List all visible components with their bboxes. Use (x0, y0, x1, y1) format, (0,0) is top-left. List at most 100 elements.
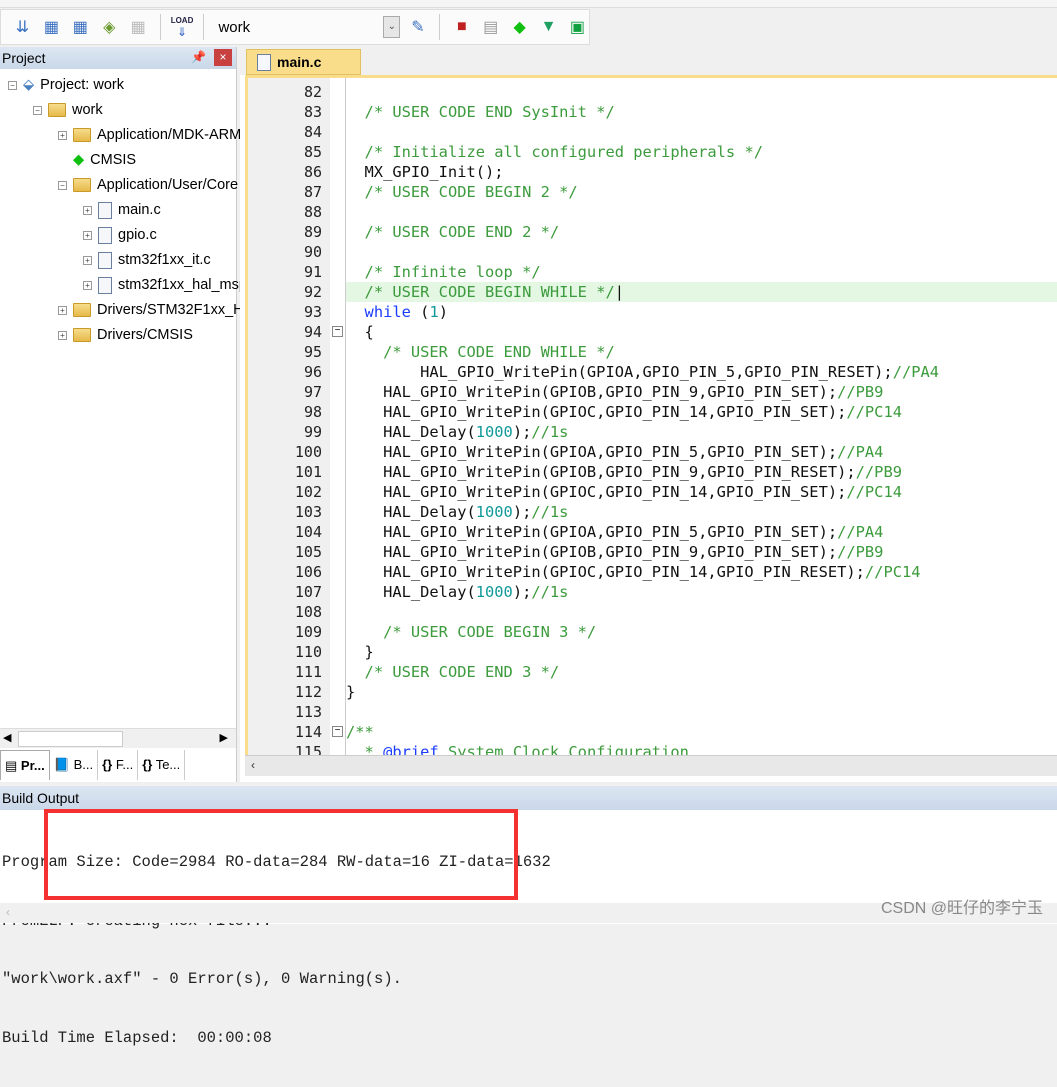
code-token: //PC14 (864, 563, 921, 581)
code-line[interactable]: /* USER CODE BEGIN WHILE */| (346, 282, 1057, 302)
code-line[interactable]: /* USER CODE BEGIN 3 */ (346, 622, 1057, 642)
expand-icon[interactable]: + (83, 230, 92, 240)
code-line[interactable]: /* USER CODE END 2 */ (346, 222, 1057, 242)
editor-hscrollbar[interactable]: ‹ (245, 755, 1057, 776)
code-line[interactable]: HAL_GPIO_WritePin(GPIOA,GPIO_PIN_5,GPIO_… (346, 522, 1057, 542)
line-number: 97 (303, 383, 322, 401)
expand-icon[interactable]: + (83, 255, 92, 265)
code-line[interactable]: /* USER CODE END SysInit */ (346, 102, 1057, 122)
code-line[interactable] (346, 82, 1057, 102)
code-token: HAL_GPIO_WritePin(GPIOA,GPIO_PIN_5,GPIO_… (346, 443, 838, 461)
code-line[interactable]: } (346, 642, 1057, 662)
code-line[interactable]: HAL_GPIO_WritePin(GPIOA,GPIO_PIN_5,GPIO_… (346, 362, 1057, 382)
code-editor[interactable]: 82 83 84 85 86 87 88 89 90 91 92 93 94 95 96 97 98 99 100 1… (245, 75, 1057, 776)
code-line[interactable]: /* USER CODE END 3 */ (346, 662, 1057, 682)
code-line[interactable] (346, 202, 1057, 222)
project-panel-header: Project 📌 × (0, 47, 236, 69)
code-token: HAL_GPIO_WritePin(GPIOC,GPIO_PIN_14,GPIO… (346, 563, 865, 581)
code-token: /* USER CODE END 3 */ (364, 663, 560, 681)
tree-item[interactable]: − work (33, 99, 103, 121)
expand-icon[interactable]: + (83, 280, 92, 290)
code-line[interactable] (346, 702, 1057, 722)
run-time-env-icon[interactable]: ▼ (537, 15, 560, 39)
pin-icon[interactable]: 📌 (191, 50, 206, 64)
collapse-icon[interactable]: − (33, 105, 42, 115)
code-line[interactable] (346, 122, 1057, 142)
code-line[interactable]: /* Initialize all configured peripherals… (346, 142, 1057, 162)
pack-installer-icon[interactable]: ▤ (479, 15, 502, 39)
load-icon[interactable]: LOAD ⇓ (171, 15, 194, 39)
code-token: /* USER CODE END 2 */ (364, 223, 560, 241)
code-line[interactable]: HAL_Delay(1000);//1s (346, 582, 1057, 602)
expand-icon[interactable]: + (58, 330, 67, 340)
code-line[interactable]: { (346, 322, 1057, 342)
code-token: //PC14 (846, 403, 902, 421)
target-options-icon[interactable]: ✎ (406, 15, 429, 39)
code-token: HAL_GPIO_WritePin(GPIOB,GPIO_PIN_9,GPIO_… (346, 383, 838, 401)
select-packs-icon[interactable]: ◆ (508, 15, 531, 39)
tree-item[interactable]: + main.c (83, 199, 161, 221)
code-line[interactable]: HAL_Delay(1000);//1s (346, 422, 1057, 442)
line-number: 87 (303, 183, 322, 201)
manage-components-icon[interactable]: ■ (450, 15, 473, 39)
code-line[interactable]: MX_GPIO_Init(); (346, 162, 1057, 182)
project-hscrollbar[interactable]: ◀ ▶ (0, 728, 236, 748)
tree-item[interactable]: ◆ CMSIS (58, 149, 136, 171)
code-line[interactable]: HAL_GPIO_WritePin(GPIOB,GPIO_PIN_9,GPIO_… (346, 462, 1057, 482)
chevron-down-icon[interactable]: ⌄ (383, 16, 401, 38)
rebuild-icon[interactable]: ▦ (69, 15, 92, 39)
code-line[interactable]: } (346, 682, 1057, 702)
line-number: 105 (294, 543, 322, 561)
code-line[interactable]: /** (346, 722, 1057, 742)
collapse-icon[interactable]: − (58, 180, 67, 190)
line-number: 114 (294, 723, 322, 741)
fold-toggle-icon[interactable]: − (332, 326, 343, 337)
collapse-icon[interactable]: − (8, 80, 17, 90)
tab-main-c[interactable]: main.c (246, 49, 361, 75)
code-line[interactable]: /* USER CODE END WHILE */ (346, 342, 1057, 362)
code-line[interactable] (346, 242, 1057, 262)
download-icon[interactable]: ⇊ (11, 15, 34, 39)
code-line[interactable]: HAL_Delay(1000);//1s (346, 502, 1057, 522)
expand-icon[interactable]: + (58, 305, 67, 315)
batch-build-icon[interactable]: ◈ (98, 15, 121, 39)
tree-item[interactable]: + stm32f1xx_hal_msp.c (83, 274, 258, 296)
folder-icon (73, 328, 91, 342)
tab-books[interactable]: 📘 B... (50, 750, 99, 780)
code-line[interactable]: HAL_GPIO_WritePin(GPIOC,GPIO_PIN_14,GPIO… (346, 402, 1057, 422)
folder-icon (73, 128, 91, 142)
tree-item[interactable]: + stm32f1xx_it.c (83, 249, 211, 271)
tree-item[interactable]: + Drivers/CMSIS (58, 324, 193, 346)
expand-icon[interactable]: + (83, 205, 92, 215)
code-token: //PA4 (892, 363, 940, 381)
code-line[interactable]: /* Infinite loop */ (346, 262, 1057, 282)
code-token: //PA4 (837, 523, 884, 541)
code-line[interactable]: /* USER CODE BEGIN 2 */ (346, 182, 1057, 202)
tree-item[interactable]: + Application/MDK-ARM (58, 124, 241, 146)
stop-build-icon[interactable]: ▦ (127, 15, 150, 39)
tab-functions[interactable]: {} F... (98, 750, 139, 780)
expand-icon[interactable]: + (58, 130, 67, 140)
tree-item[interactable]: − Application/User/Core (58, 174, 238, 196)
build-icon[interactable]: ▦ (40, 15, 63, 39)
code-line[interactable]: HAL_GPIO_WritePin(GPIOB,GPIO_PIN_9,GPIO_… (346, 382, 1057, 402)
tree-item[interactable]: + gpio.c (83, 224, 157, 246)
tab-templates[interactable]: {} Te... (138, 750, 186, 780)
line-number: 104 (294, 523, 322, 541)
tree-item[interactable]: − ⬙ Project: work (8, 74, 124, 96)
code-line[interactable]: HAL_GPIO_WritePin(GPIOA,GPIO_PIN_5,GPIO_… (346, 442, 1057, 462)
code-line[interactable] (346, 602, 1057, 622)
code-line[interactable]: HAL_GPIO_WritePin(GPIOB,GPIO_PIN_9,GPIO_… (346, 542, 1057, 562)
code-line[interactable]: HAL_GPIO_WritePin(GPIOC,GPIO_PIN_14,GPIO… (346, 482, 1057, 502)
tab-project[interactable]: ▤ Pr... (0, 750, 50, 780)
close-icon[interactable]: × (214, 49, 232, 66)
code-line[interactable]: HAL_GPIO_WritePin(GPIOC,GPIO_PIN_14,GPIO… (346, 562, 1057, 582)
file-extensions-icon[interactable]: ▣ (566, 15, 589, 39)
fold-toggle-icon[interactable]: − (332, 726, 343, 737)
target-select[interactable]: work (214, 15, 377, 39)
code-token: /** (346, 723, 374, 741)
code-line[interactable]: while (1) (346, 302, 1057, 322)
